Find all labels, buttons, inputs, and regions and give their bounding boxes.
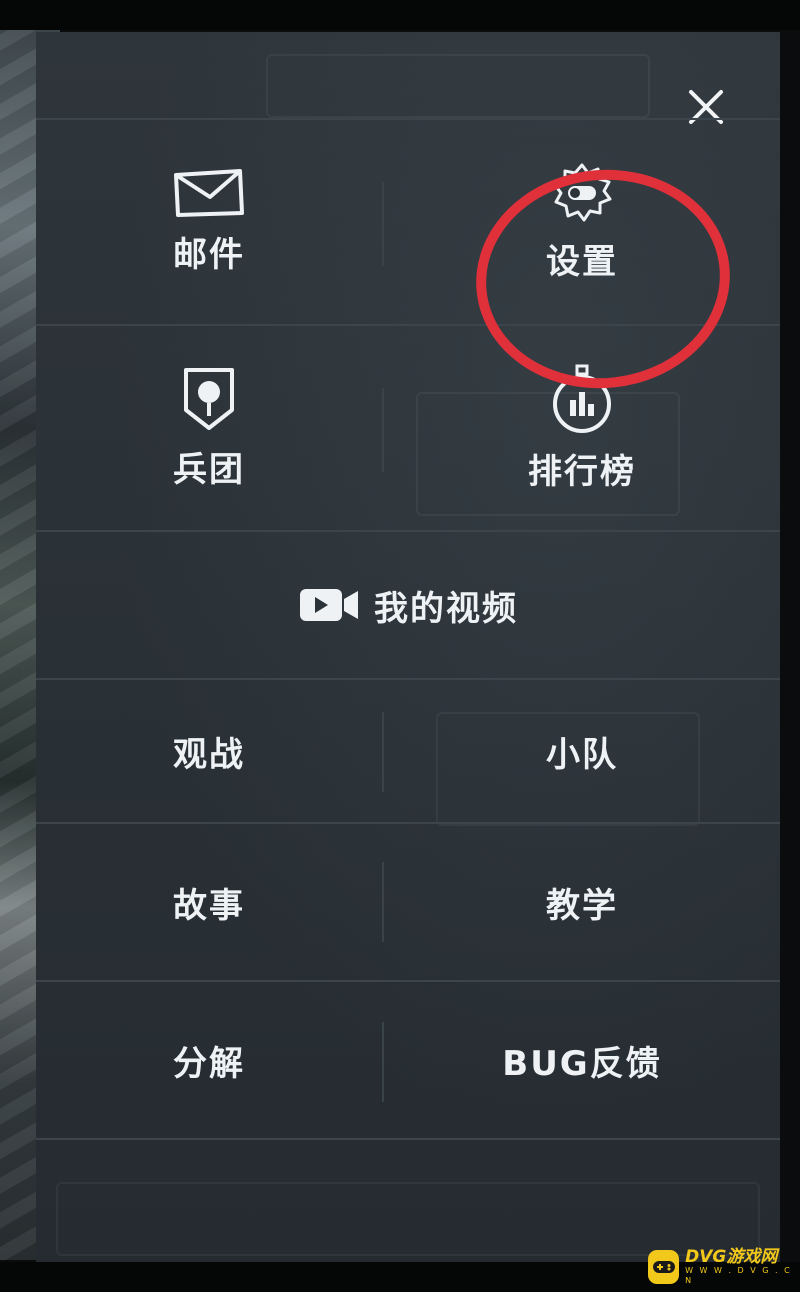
leaderboard-label: 排行榜 (528, 451, 636, 492)
watermark-text: DVG游戏网 (685, 1247, 778, 1267)
legion-button[interactable]: 兵团 (36, 326, 382, 530)
tutorial-label: 教学 (546, 885, 618, 926)
spectate-button[interactable]: 观战 (36, 680, 382, 822)
tutorial-button[interactable]: 教学 (384, 824, 780, 980)
video-camera-icon (300, 589, 358, 621)
my-videos-button[interactable]: 我的视频 (36, 532, 780, 678)
story-button[interactable]: 故事 (36, 824, 382, 980)
spectate-label: 观战 (173, 734, 245, 775)
decompose-label: 分解 (173, 1043, 245, 1084)
watermark-subtext: W W W . D V G . C N (685, 1266, 792, 1285)
legion-label: 兵团 (173, 449, 245, 490)
squad-button[interactable]: 小队 (384, 680, 780, 822)
ghost-hud-box (56, 1182, 760, 1256)
shield-icon (184, 367, 234, 430)
squad-label: 小队 (546, 734, 618, 775)
right-edge (780, 30, 800, 1262)
bug-feedback-button[interactable]: BUG反馈 (384, 982, 780, 1138)
divider (36, 1138, 780, 1140)
mail-label: 邮件 (173, 234, 245, 275)
side-menu-panel: 邮件 设置 兵团 排行榜 我的视频 观战 小队 故事 教学 分解 BUG反馈 (36, 32, 780, 1262)
ghost-hud-box (266, 54, 650, 118)
envelope-icon (174, 168, 244, 217)
bug-feedback-label: BUG反馈 (502, 1043, 662, 1084)
mail-button[interactable]: 邮件 (36, 120, 382, 324)
gamepad-logo-icon (648, 1250, 680, 1284)
decompose-button[interactable]: 分解 (36, 982, 382, 1138)
site-watermark: DVG游戏网 W W W . D V G . C N (648, 1248, 794, 1286)
story-label: 故事 (173, 885, 245, 926)
my-videos-label: 我的视频 (374, 588, 518, 629)
top-black-bar (0, 0, 800, 30)
